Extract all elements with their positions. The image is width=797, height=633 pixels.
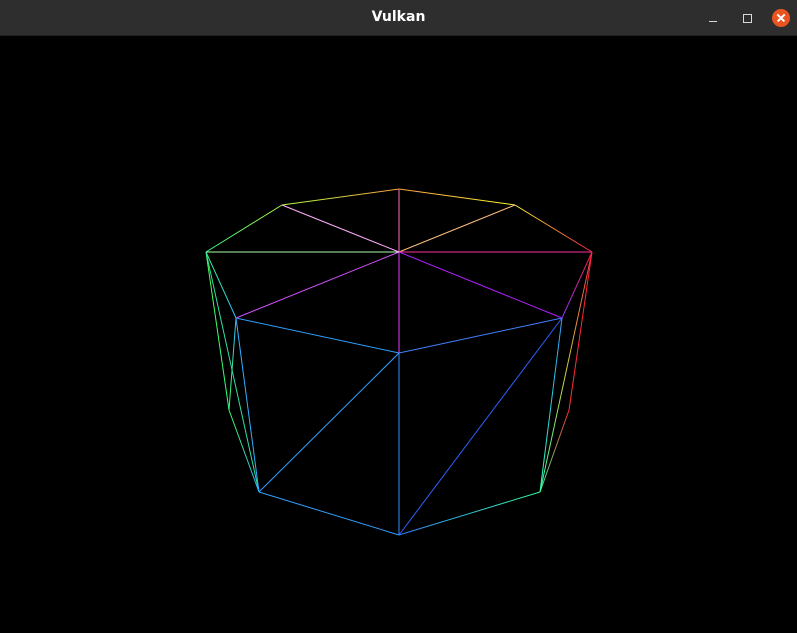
close-icon [772,9,790,27]
close-button[interactable] [770,7,792,29]
title-bar[interactable]: Vulkan [0,0,797,36]
app-window: Vulkan [0,0,797,633]
wireframe-prism [205,188,593,536]
minimize-button[interactable] [702,7,724,29]
minimize-icon [709,20,717,22]
window-title: Vulkan [371,9,426,25]
render-viewport[interactable] [0,36,797,633]
maximize-icon [742,13,752,23]
maximize-button[interactable] [736,7,758,29]
